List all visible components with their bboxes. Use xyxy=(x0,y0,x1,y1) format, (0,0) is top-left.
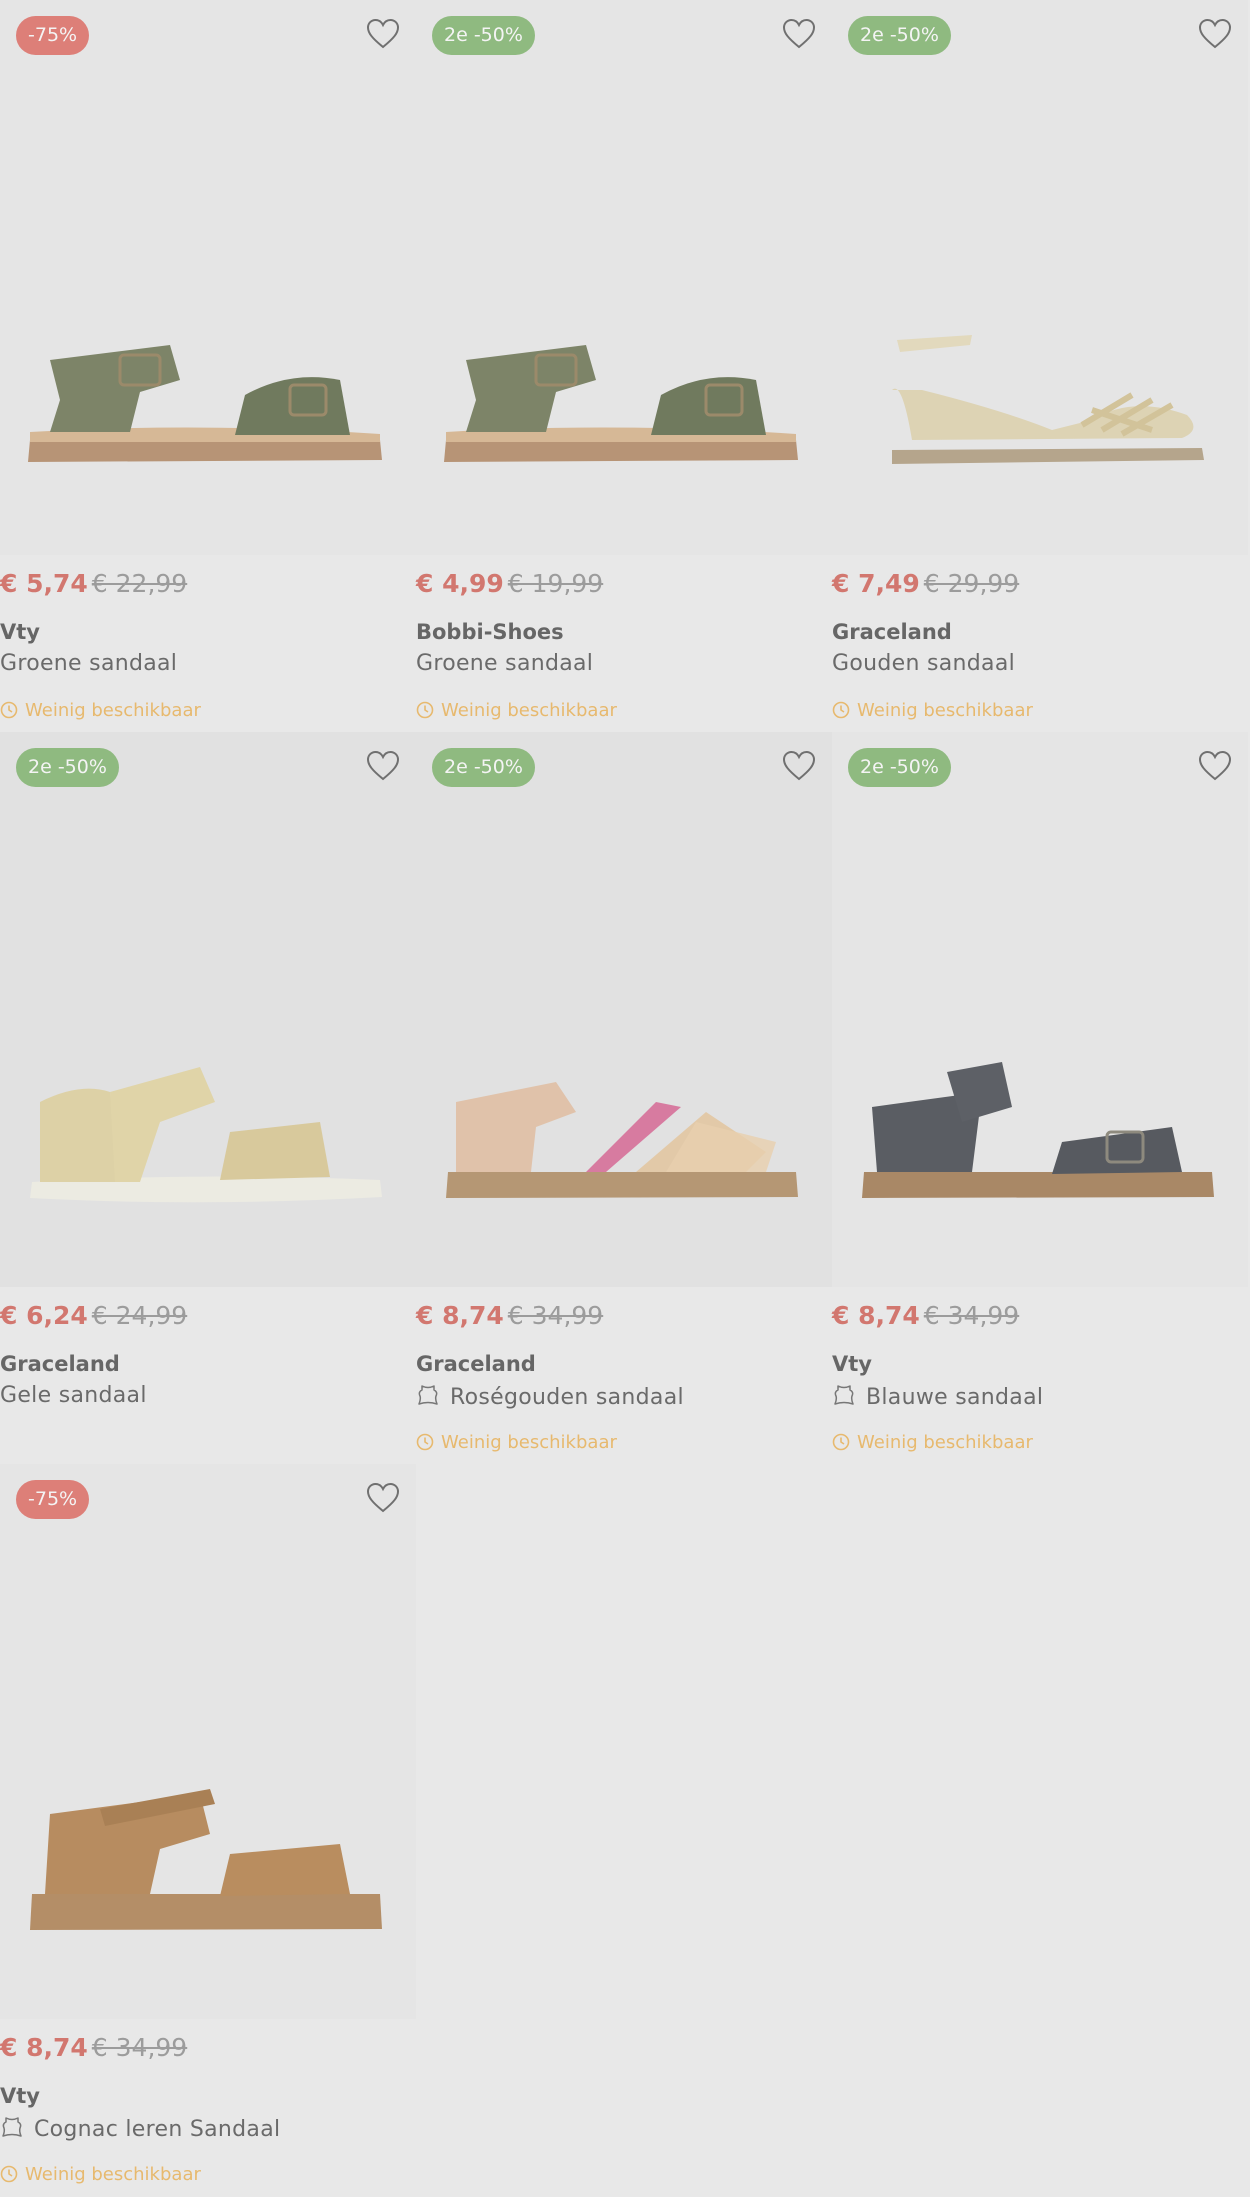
product-name[interactable]: Cognac leren Sandaal xyxy=(0,2115,280,2142)
original-price: € 22,99 xyxy=(91,569,188,598)
product-brand[interactable]: Graceland xyxy=(832,620,952,644)
product-brand[interactable]: Vty xyxy=(832,1352,872,1376)
price-row: € 6,24 € 24,99 xyxy=(0,1301,187,1330)
discount-badge: 2e -50% xyxy=(16,748,119,787)
product-card[interactable]: 2e -50% € 4,99 € 19,99 Bobbi-Shoes Groene… xyxy=(416,0,832,732)
clock-icon xyxy=(0,701,18,719)
discount-badge: 2e -50% xyxy=(848,748,951,787)
leather-hide-icon xyxy=(2,2117,22,2137)
product-name[interactable]: Groene sandaal xyxy=(416,651,593,676)
product-card[interactable]: -75% € 8,74 € 34,99 Vty Cognac leren Sand… xyxy=(0,1464,416,2196)
clock-icon xyxy=(832,701,850,719)
price-row: € 7,49 € 29,99 xyxy=(832,569,1019,598)
stock-status: Weinig beschikbaar xyxy=(832,1432,1033,1453)
product-image-area[interactable]: -75% xyxy=(0,0,416,555)
product-card[interactable]: 2e -50% € 7,49 € 29,99 Graceland Gouden s… xyxy=(832,0,1248,732)
stock-label: Weinig beschikbaar xyxy=(441,1432,617,1453)
heart-icon[interactable] xyxy=(1198,18,1232,50)
clock-icon xyxy=(0,2165,18,2183)
product-name-label: Groene sandaal xyxy=(0,651,178,676)
product-name-label: Cognac leren Sandaal xyxy=(34,2117,281,2142)
price-row: € 8,74 € 34,99 xyxy=(416,1301,603,1330)
current-price: € 5,74 xyxy=(0,569,88,598)
product-image-area[interactable]: 2e -50% xyxy=(832,0,1248,555)
product-grid: -75% € 5,74 € 22,99 Vty Groene sandaal We… xyxy=(0,0,1250,2196)
stock-status: Weinig beschikbaar xyxy=(416,700,617,721)
product-brand[interactable]: Bobbi-Shoes xyxy=(416,620,564,644)
price-row: € 4,99 € 19,99 xyxy=(416,569,603,598)
product-image-area[interactable]: 2e -50% xyxy=(416,0,832,555)
product-name[interactable]: Groene sandaal xyxy=(0,651,177,676)
current-price: € 8,74 xyxy=(416,1301,504,1330)
product-name[interactable]: Roségouden sandaal xyxy=(416,1383,684,1410)
clock-icon xyxy=(832,1433,850,1451)
clock-icon xyxy=(416,1433,434,1451)
heart-icon[interactable] xyxy=(366,1482,400,1514)
current-price: € 8,74 xyxy=(832,1301,920,1330)
product-card[interactable]: -75% € 5,74 € 22,99 Vty Groene sandaal We… xyxy=(0,0,416,732)
original-price: € 34,99 xyxy=(91,2033,188,2062)
current-price: € 7,49 xyxy=(832,569,920,598)
heart-icon[interactable] xyxy=(782,18,816,50)
product-card[interactable]: 2e -50% € 8,74 € 34,99 Vty Blauwe sandaal… xyxy=(832,732,1248,1464)
product-brand[interactable]: Vty xyxy=(0,2084,40,2108)
product-name-label: Groene sandaal xyxy=(416,651,594,676)
product-name-label: Gouden sandaal xyxy=(832,651,1016,676)
product-image-camo-sandal xyxy=(444,345,798,462)
heart-icon[interactable] xyxy=(782,750,816,782)
stock-label: Weinig beschikbaar xyxy=(441,700,617,721)
product-image-camo-sandal xyxy=(28,345,382,462)
original-price: € 24,99 xyxy=(91,1301,188,1330)
discount-badge: -75% xyxy=(16,1480,90,1519)
discount-badge: -75% xyxy=(16,16,90,55)
original-price: € 29,99 xyxy=(923,569,1020,598)
product-image-area[interactable]: -75% xyxy=(0,1464,416,2019)
product-image-blue-sandal xyxy=(862,1062,1214,1198)
current-price: € 6,24 xyxy=(0,1301,88,1330)
product-brand[interactable]: Graceland xyxy=(0,1352,120,1376)
product-name-label: Gele sandaal xyxy=(0,1383,147,1408)
product-brand[interactable]: Graceland xyxy=(416,1352,536,1376)
price-row: € 8,74 € 34,99 xyxy=(832,1301,1019,1330)
heart-icon[interactable] xyxy=(366,18,400,50)
product-image-gold-sandal xyxy=(892,335,1204,464)
product-card[interactable]: 2e -50% € 8,74 € 34,99 Graceland Roségoud… xyxy=(416,732,832,1464)
discount-badge: 2e -50% xyxy=(848,16,951,55)
product-name-label: Blauwe sandaal xyxy=(866,1385,1044,1410)
original-price: € 19,99 xyxy=(507,569,604,598)
product-name-label: Roségouden sandaal xyxy=(450,1385,684,1410)
stock-status: Weinig beschikbaar xyxy=(832,700,1033,721)
leather-hide-icon xyxy=(418,1385,438,1405)
discount-badge: 2e -50% xyxy=(432,16,535,55)
heart-icon[interactable] xyxy=(1198,750,1232,782)
stock-status: Weinig beschikbaar xyxy=(0,700,201,721)
discount-badge: 2e -50% xyxy=(432,748,535,787)
stock-label: Weinig beschikbaar xyxy=(25,700,201,721)
current-price: € 4,99 xyxy=(416,569,504,598)
stock-label: Weinig beschikbaar xyxy=(25,2164,201,2185)
current-price: € 8,74 xyxy=(0,2033,88,2062)
heart-icon[interactable] xyxy=(366,750,400,782)
product-image-yellow-sandal xyxy=(30,1067,382,1203)
product-name[interactable]: Gele sandaal xyxy=(0,1383,147,1408)
original-price: € 34,99 xyxy=(923,1301,1020,1330)
price-row: € 5,74 € 22,99 xyxy=(0,569,187,598)
product-card[interactable]: 2e -50% € 6,24 € 24,99 Graceland Gele san… xyxy=(0,732,416,1464)
clock-icon xyxy=(416,701,434,719)
stock-status: Weinig beschikbaar xyxy=(416,1432,617,1453)
product-image-area[interactable]: 2e -50% xyxy=(832,732,1248,1287)
product-image-area[interactable]: 2e -50% xyxy=(416,732,832,1287)
product-brand[interactable]: Vty xyxy=(0,620,40,644)
product-image-area[interactable]: 2e -50% xyxy=(0,732,416,1287)
product-name[interactable]: Gouden sandaal xyxy=(832,651,1015,676)
product-image-rose-sandal xyxy=(446,1082,798,1198)
product-image-cognac-sandal xyxy=(30,1789,382,1930)
product-name[interactable]: Blauwe sandaal xyxy=(832,1383,1043,1410)
stock-status: Weinig beschikbaar xyxy=(0,2164,201,2185)
stock-label: Weinig beschikbaar xyxy=(857,700,1033,721)
leather-hide-icon xyxy=(834,1385,854,1405)
stock-label: Weinig beschikbaar xyxy=(857,1432,1033,1453)
original-price: € 34,99 xyxy=(507,1301,604,1330)
price-row: € 8,74 € 34,99 xyxy=(0,2033,187,2062)
